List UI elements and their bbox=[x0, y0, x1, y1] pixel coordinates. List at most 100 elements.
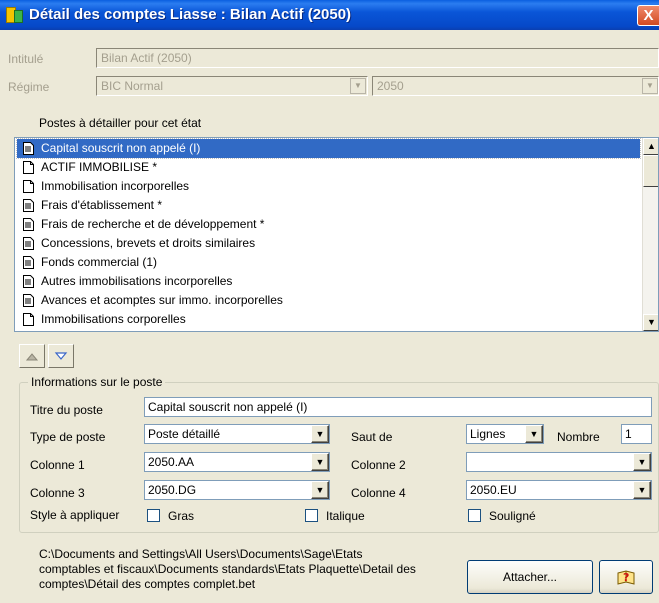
list-item-label: Frais de recherche et de développement * bbox=[41, 217, 265, 231]
souligne-label: Souligné bbox=[489, 509, 536, 523]
list-item[interactable]: Avances et acomptes sur immo. incorporel… bbox=[17, 291, 640, 310]
type-poste-label: Type de poste bbox=[30, 430, 106, 444]
list-item[interactable]: Autres immobilisations incorporelles bbox=[17, 272, 640, 291]
intitule-field[interactable]: Bilan Actif (2050) bbox=[96, 48, 659, 68]
style-label: Style à appliquer bbox=[30, 508, 120, 522]
scroll-up-button[interactable]: ▲ bbox=[643, 138, 658, 155]
list-item-label: Immobilisation incorporelles bbox=[41, 179, 190, 193]
list-item[interactable]: ACTIF IMMOBILISE * bbox=[17, 158, 640, 177]
colonne-2-dropdown-button[interactable]: ▼ bbox=[633, 453, 651, 471]
titre-poste-input[interactable]: Capital souscrit non appelé (I) bbox=[144, 397, 652, 417]
file-path-line: comptables et fiscaux\Documents standard… bbox=[39, 562, 416, 576]
close-button[interactable]: X bbox=[637, 5, 659, 26]
colonne-4-dropdown-button[interactable]: ▼ bbox=[633, 481, 651, 499]
nombre-input[interactable]: 1 bbox=[621, 424, 652, 444]
colonne-1-dropdown-button[interactable]: ▼ bbox=[311, 453, 329, 471]
saut-de-dropdown-button[interactable]: ▼ bbox=[525, 425, 543, 443]
move-up-button[interactable] bbox=[19, 344, 45, 368]
colonne-1-select[interactable]: 2050.AA bbox=[144, 452, 330, 472]
italique-checkbox[interactable] bbox=[305, 509, 318, 522]
colonne-3-select[interactable]: 2050.DG bbox=[144, 480, 330, 500]
app-icon bbox=[6, 7, 23, 23]
file-path-line: C:\Documents and Settings\All Users\Docu… bbox=[39, 547, 363, 561]
file-path-line: comptes\Détail des comptes complet.bet bbox=[39, 577, 256, 591]
doc-lines-icon bbox=[23, 275, 34, 288]
saut-de-label: Saut de bbox=[351, 430, 393, 444]
type-poste-select[interactable]: Poste détaillé bbox=[144, 424, 330, 444]
doc-lines-icon bbox=[23, 142, 34, 155]
list-item-label: Autres immobilisations incorporelles bbox=[41, 274, 233, 288]
doc-blank-icon bbox=[23, 313, 34, 326]
nombre-label: Nombre bbox=[557, 430, 600, 444]
chevron-down-icon: ▼ bbox=[354, 81, 362, 90]
attach-button-label: Attacher... bbox=[502, 570, 558, 584]
attach-button[interactable]: Attacher... bbox=[467, 560, 593, 594]
list-scrollbar[interactable]: ▲ ▼ bbox=[642, 138, 658, 331]
help-book-icon: ? bbox=[617, 570, 635, 585]
list-item[interactable]: Frais de recherche et de développement * bbox=[17, 215, 640, 234]
type-poste-value: Poste détaillé bbox=[148, 427, 221, 441]
postes-list-heading: Postes à détailler pour cet état bbox=[39, 116, 202, 130]
scroll-thumb[interactable] bbox=[643, 155, 658, 187]
list-item[interactable]: Concessions, brevets et droits similaire… bbox=[17, 234, 640, 253]
intitule-label: Intitulé bbox=[8, 52, 44, 66]
year-dropdown-button[interactable]: ▼ bbox=[642, 78, 658, 94]
year-value: 2050 bbox=[377, 79, 404, 93]
saut-de-value: Lignes bbox=[470, 427, 506, 441]
triangle-down-icon: ▼ bbox=[647, 317, 656, 327]
triangle-up-icon bbox=[25, 353, 39, 361]
colonne-4-label: Colonne 4 bbox=[351, 486, 406, 500]
colonne-3-value: 2050.DG bbox=[148, 483, 197, 497]
triangle-up-icon: ▲ bbox=[647, 141, 656, 151]
souligne-checkbox[interactable] bbox=[468, 509, 481, 522]
list-item[interactable]: Frais d'établissement * bbox=[17, 196, 640, 215]
regime-value: BIC Normal bbox=[101, 79, 164, 93]
colonne-2-select[interactable] bbox=[466, 452, 652, 472]
regime-label: Régime bbox=[8, 80, 50, 94]
year-select[interactable]: 2050 bbox=[372, 76, 659, 96]
list-item[interactable]: Immobilisation incorporelles bbox=[17, 177, 640, 196]
doc-lines-icon bbox=[23, 294, 34, 307]
svg-text:?: ? bbox=[623, 571, 629, 584]
regime-dropdown-button[interactable]: ▼ bbox=[350, 78, 366, 94]
colonne-1-label: Colonne 1 bbox=[30, 458, 85, 472]
colonne-4-value: 2050.EU bbox=[470, 483, 517, 497]
window-title: Détail des comptes Liasse : Bilan Actif … bbox=[29, 6, 352, 23]
help-button[interactable]: ? bbox=[599, 560, 653, 594]
doc-blank-icon bbox=[23, 180, 34, 193]
chevron-down-icon: ▼ bbox=[637, 485, 647, 495]
chevron-down-icon: ▼ bbox=[637, 457, 647, 467]
list-item[interactable]: Fonds commercial (1) bbox=[17, 253, 640, 272]
doc-lines-icon bbox=[23, 237, 34, 250]
title-bar[interactable]: Détail des comptes Liasse : Bilan Actif … bbox=[0, 0, 659, 30]
list-item-label: ACTIF IMMOBILISE * bbox=[41, 160, 158, 174]
regime-select[interactable]: BIC Normal bbox=[96, 76, 368, 96]
gras-checkbox[interactable] bbox=[147, 509, 160, 522]
list-item-label: Avances et acomptes sur immo. incorporel… bbox=[41, 293, 283, 307]
dialog-window: Détail des comptes Liasse : Bilan Actif … bbox=[0, 0, 659, 603]
doc-lines-icon bbox=[23, 256, 34, 269]
colonne-2-label: Colonne 2 bbox=[351, 458, 406, 472]
postes-listbox[interactable]: Capital souscrit non appelé (I) ACTIF IM… bbox=[14, 137, 659, 332]
doc-lines-icon bbox=[23, 218, 34, 231]
colonne-4-select[interactable]: 2050.EU bbox=[466, 480, 652, 500]
poste-info-group-title: Informations sur le poste bbox=[28, 375, 166, 389]
scroll-down-button[interactable]: ▼ bbox=[643, 314, 658, 331]
type-poste-dropdown-button[interactable]: ▼ bbox=[311, 425, 329, 443]
list-item-label: Capital souscrit non appelé (I) bbox=[41, 141, 201, 155]
list-item[interactable]: Immobilisations corporelles bbox=[17, 310, 640, 329]
chevron-down-icon: ▼ bbox=[315, 429, 325, 439]
triangle-down-icon bbox=[54, 352, 68, 360]
file-path: C:\Documents and Settings\All Users\Docu… bbox=[39, 547, 459, 592]
colonne-3-dropdown-button[interactable]: ▼ bbox=[311, 481, 329, 499]
chevron-down-icon: ▼ bbox=[315, 457, 325, 467]
list-item[interactable]: Capital souscrit non appelé (I) bbox=[16, 138, 641, 159]
colonne-1-value: 2050.AA bbox=[148, 455, 195, 469]
list-item-label: Concessions, brevets et droits similaire… bbox=[41, 236, 256, 250]
doc-blank-icon bbox=[23, 161, 34, 174]
close-icon: X bbox=[643, 7, 654, 24]
chevron-down-icon: ▼ bbox=[315, 485, 325, 495]
list-item-label: Frais d'établissement * bbox=[41, 198, 163, 212]
list-item-label: Fonds commercial (1) bbox=[41, 255, 158, 269]
move-down-button[interactable] bbox=[48, 344, 74, 368]
